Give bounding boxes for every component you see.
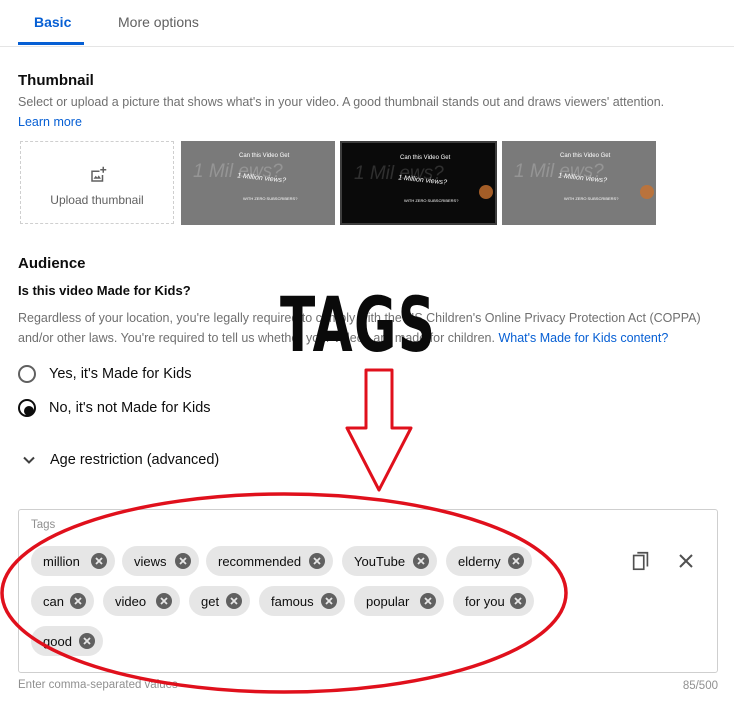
remove-tag-icon[interactable] <box>508 553 524 569</box>
remove-tag-icon[interactable] <box>79 633 95 649</box>
tag-chip: can <box>31 586 94 616</box>
thumbnail-small-text: WITH ZERO SUBSCRIBERS? <box>243 196 298 201</box>
upload-thumbnail-button[interactable]: Upload thumbnail <box>20 141 174 224</box>
radio-button-unchecked[interactable] <box>18 365 36 383</box>
tag-chip-label: elderny <box>458 554 501 569</box>
tag-chip-label: good <box>43 634 72 649</box>
remove-tag-icon[interactable] <box>321 593 337 609</box>
copy-icon[interactable] <box>630 550 652 572</box>
radio-no-label: No, it's not Made for Kids <box>49 400 211 416</box>
tag-chip: get <box>189 586 250 616</box>
tab-more-options[interactable]: More options <box>118 14 199 30</box>
tab-basic[interactable]: Basic <box>34 14 71 30</box>
thumbnail-small-text: WITH ZERO SUBSCRIBERS? <box>404 198 459 203</box>
thumbnail-orange-dot <box>640 185 654 199</box>
tag-chip-label: famous <box>271 594 314 609</box>
tag-chip: for you <box>453 586 534 616</box>
radio-button-checked[interactable] <box>18 399 36 417</box>
made-for-kids-link[interactable]: What's Made for Kids content? <box>498 331 668 345</box>
thumbnail-question-text: Can this Video Get <box>239 153 290 159</box>
remove-tag-icon[interactable] <box>413 553 429 569</box>
annotation-arrow <box>345 368 413 492</box>
tag-chip-label: popular <box>366 594 410 609</box>
tag-chip-label: YouTube <box>354 554 406 569</box>
upload-thumbnail-label: Upload thumbnail <box>50 193 144 207</box>
tag-chip-label: video <box>115 594 147 609</box>
close-icon[interactable] <box>676 551 696 571</box>
tag-chip: elderny <box>446 546 532 576</box>
tags-label: Tags <box>31 519 56 531</box>
thumbnail-description: Select or upload a picture that shows wh… <box>18 95 665 109</box>
tag-chip: million <box>31 546 115 576</box>
thumbnail-question-text: Can this Video Get <box>560 153 611 159</box>
age-restriction-label: Age restriction (advanced) <box>50 452 220 468</box>
thumbnail-title: Thumbnail <box>18 72 94 89</box>
tags-hint: Enter comma-separated values <box>18 679 178 691</box>
remove-tag-icon[interactable] <box>156 593 172 609</box>
thumbnail-small-text: WITH ZERO SUBSCRIBERS? <box>564 196 619 201</box>
tag-chip-label: views <box>134 554 167 569</box>
tag-chip: famous <box>259 586 345 616</box>
active-tab-indicator <box>18 42 84 45</box>
tag-chip-label: recommended <box>218 554 302 569</box>
remove-tag-icon[interactable] <box>420 593 436 609</box>
tag-chip: YouTube <box>342 546 437 576</box>
made-for-kids-question: Is this video Made for Kids? <box>18 283 191 298</box>
tag-chip-label: get <box>201 594 220 609</box>
chevron-down-icon <box>23 456 35 464</box>
tag-chip-label: for you <box>465 594 505 609</box>
tag-chip: views <box>122 546 199 576</box>
tag-chip: popular <box>354 586 444 616</box>
remove-tag-icon[interactable] <box>70 593 86 609</box>
thumbnail-question-text: Can this Video Get <box>400 155 451 161</box>
thumbnail-option-1[interactable]: 1 Mil ews? Can this Video Get 1 Million … <box>181 141 335 225</box>
tab-bar: Basic More options <box>0 0 734 47</box>
tags-field[interactable]: Tags million views recommended YouTube elder… <box>18 509 718 673</box>
tag-chip: recommended <box>206 546 333 576</box>
tags-annotation-text: TAGS <box>280 280 437 369</box>
remove-tag-icon[interactable] <box>175 553 191 569</box>
tag-chip: good <box>31 626 103 656</box>
tag-chip: video <box>103 586 180 616</box>
radio-selected-dot <box>24 406 34 416</box>
remove-tag-icon[interactable] <box>226 593 242 609</box>
tag-chip-label: million <box>43 554 80 569</box>
add-photo-icon <box>91 166 107 182</box>
thumbnail-option-3[interactable]: 1 Mil ews? Can this Video Get 1 Million … <box>502 141 656 225</box>
tags-character-count: 85/500 <box>682 680 718 692</box>
remove-tag-icon[interactable] <box>309 553 325 569</box>
thumbnail-option-2[interactable]: 1 Mil ews? Can this Video Get 1 Million … <box>340 141 497 225</box>
tag-chip-label: can <box>43 594 64 609</box>
radio-yes-label: Yes, it's Made for Kids <box>49 366 192 382</box>
remove-tag-icon[interactable] <box>510 593 526 609</box>
thumbnail-orange-dot <box>479 185 493 199</box>
audience-title: Audience <box>18 255 86 272</box>
remove-tag-icon[interactable] <box>91 553 107 569</box>
learn-more-link[interactable]: Learn more <box>18 115 82 129</box>
